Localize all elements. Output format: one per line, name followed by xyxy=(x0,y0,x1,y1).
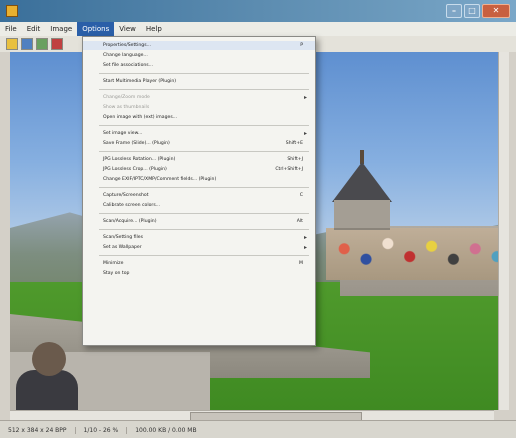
menu-item-image-view[interactable]: Set image view... ▸ xyxy=(83,129,315,138)
save-icon[interactable] xyxy=(21,38,33,50)
submenu-arrow-icon: ▸ xyxy=(303,234,307,241)
menu-item-change-language[interactable]: Change language... xyxy=(83,51,315,60)
title-bar[interactable]: – □ ✕ xyxy=(0,0,516,22)
menu-item-properties[interactable]: Properties/Settings... P xyxy=(83,41,315,50)
options-dropdown-menu: Properties/Settings... P Change language… xyxy=(82,36,316,346)
submenu-arrow-icon: ▸ xyxy=(303,94,307,101)
menu-item-file-associations[interactable]: Set file associations... xyxy=(83,61,315,70)
menu-item-jpg-rotation[interactable]: JPG Lossless Rotation... (Plugin) Shift+… xyxy=(83,155,315,164)
maximize-button[interactable]: □ xyxy=(464,4,480,18)
menu-separator xyxy=(99,89,309,90)
submenu-arrow-icon: ▸ xyxy=(303,244,307,251)
open-folder-icon[interactable] xyxy=(6,38,18,50)
app-icon xyxy=(6,5,18,17)
app-window: – □ ✕ File Edit Image Options View Help xyxy=(0,0,516,438)
menu-separator xyxy=(99,73,309,74)
submenu-arrow-icon: ▸ xyxy=(303,130,307,137)
thumbnails-icon[interactable] xyxy=(36,38,48,50)
menu-bar: File Edit Image Options View Help xyxy=(0,22,516,36)
menu-separator xyxy=(99,255,309,256)
menu-separator xyxy=(99,125,309,126)
menu-item-capture[interactable]: Capture/Screenshot C xyxy=(83,191,315,200)
vertical-scrollbar[interactable] xyxy=(498,52,509,410)
status-filesize: 100.00 KB / 0.00 MB xyxy=(135,426,197,434)
photo-tower xyxy=(334,200,390,230)
menu-item-calibrate[interactable]: Calibrate screen colors... xyxy=(83,201,315,210)
photo-person-body xyxy=(16,370,78,410)
menu-separator xyxy=(99,213,309,214)
menu-item-jpg-crop[interactable]: JPG Lossless Crop... (Plugin) Ctrl+Shift… xyxy=(83,165,315,174)
menu-image[interactable]: Image xyxy=(45,22,77,36)
menu-item-zoom-mode[interactable]: Change/Zoom mode ▸ xyxy=(83,93,315,102)
status-bar: 512 x 384 x 24 BPP 1/10 - 26 % 100.00 KB… xyxy=(0,420,516,438)
menu-item-wallpaper[interactable]: Set as Wallpaper ▸ xyxy=(83,243,315,252)
minimize-button[interactable]: – xyxy=(446,4,462,18)
menu-item-minimize[interactable]: Minimize M xyxy=(83,259,315,268)
status-dimensions: 512 x 384 x 24 BPP xyxy=(8,426,76,434)
menu-separator xyxy=(99,151,309,152)
menu-item-scan-acquire[interactable]: Scan/Acquire... (Plugin) Alt xyxy=(83,217,315,226)
delete-icon[interactable] xyxy=(51,38,63,50)
menu-item-save-frame[interactable]: Save Frame (Slide)... (Plugin) Shift+E xyxy=(83,139,315,148)
photo-tower-cross xyxy=(360,150,364,164)
menu-item-multimedia-player[interactable]: Start Multimedia Player (Plugin) xyxy=(83,77,315,86)
menu-item-thumbnails[interactable]: Show as thumbnails xyxy=(83,103,315,112)
menu-view[interactable]: View xyxy=(114,22,141,36)
photo-person-head xyxy=(32,342,66,376)
menu-separator xyxy=(99,229,309,230)
photo-crowd xyxy=(326,228,508,280)
menu-item-stay-on-top[interactable]: Stay on top xyxy=(83,269,315,278)
menu-separator xyxy=(99,187,309,188)
menu-item-scan-settings[interactable]: Scan/Setting files ▸ xyxy=(83,233,315,242)
menu-item-change-exif[interactable]: Change EXIF/IPTC/XMP/Comment fields... (… xyxy=(83,175,315,184)
menu-edit[interactable]: Edit xyxy=(22,22,46,36)
menu-help[interactable]: Help xyxy=(141,22,167,36)
close-button[interactable]: ✕ xyxy=(482,4,510,18)
menu-options[interactable]: Options xyxy=(77,22,115,36)
status-zoom: 1/10 - 26 % xyxy=(84,426,128,434)
menu-file[interactable]: File xyxy=(0,22,22,36)
menu-item-open-with[interactable]: Open image with (ext) images... xyxy=(83,113,315,122)
